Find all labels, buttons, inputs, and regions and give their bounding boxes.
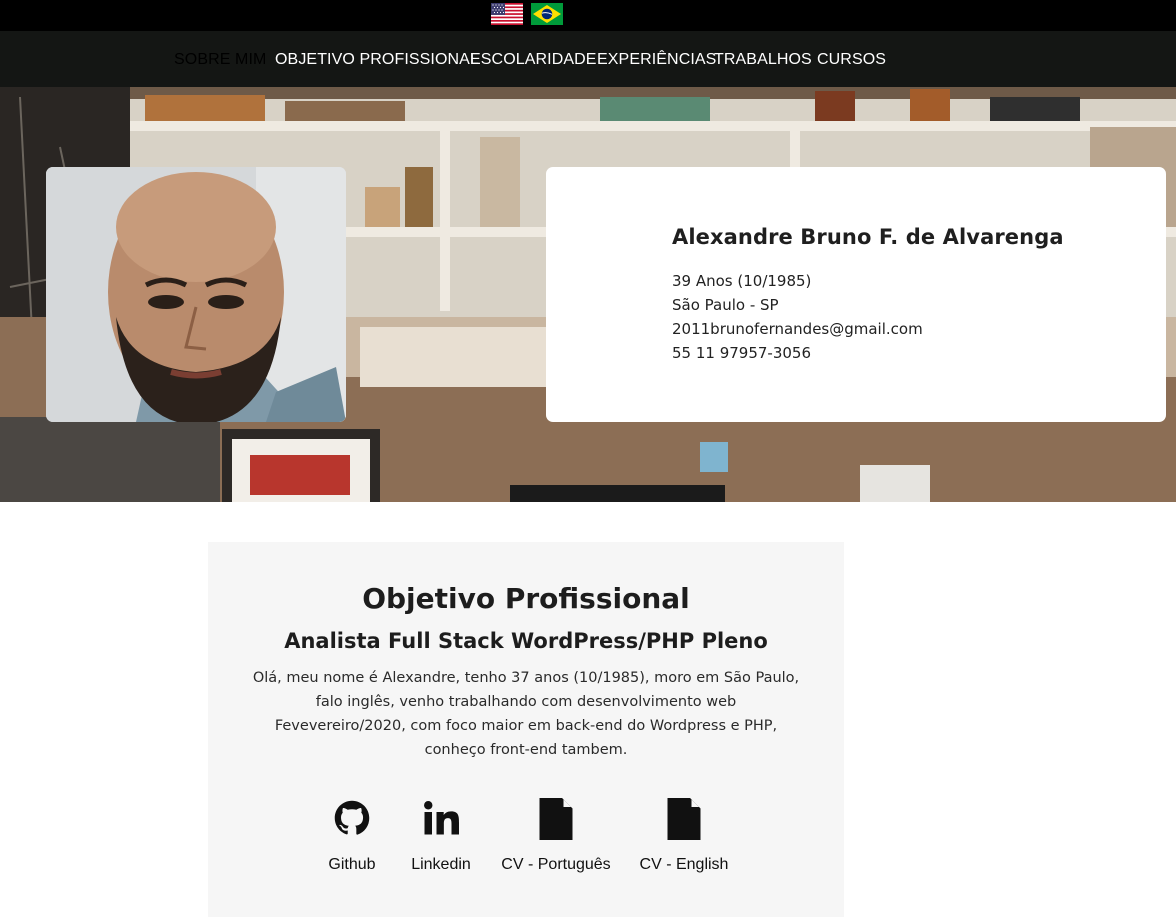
document-icon — [539, 798, 573, 840]
nav-item-sobre-mim[interactable]: SOBRE MIM — [174, 31, 266, 87]
linkedin-icon — [424, 801, 459, 835]
linkedin-link[interactable]: Linkedin — [381, 800, 501, 880]
linkedin-label: Linkedin — [411, 856, 471, 873]
cv-portugues-label: CV - Português — [501, 856, 611, 873]
brazil-flag-icon[interactable] — [531, 3, 563, 25]
profile-location: São Paulo - SP — [672, 296, 779, 314]
profile-name: Alexandre Bruno F. de Alvarenga — [672, 225, 1064, 249]
profile-photo — [46, 167, 346, 422]
objective-section: Objetivo Profissional Analista Full Stac… — [208, 542, 844, 917]
profile-email: 2011brunofernandes@gmail.com — [672, 320, 923, 338]
avatar — [46, 167, 346, 422]
section-title: Objetivo Profissional — [362, 582, 690, 615]
nav-item-objetivo-profissional[interactable]: OBJETIVO PROFISSIONAL — [275, 31, 479, 87]
cv-portugues-link[interactable]: CV - Português — [496, 798, 616, 880]
nav-item-experiencias[interactable]: EXPERIÊNCIAS — [597, 31, 716, 87]
cv-english-link[interactable]: CV - English — [624, 798, 744, 880]
cv-english-label: CV - English — [639, 856, 729, 873]
main-nav: SOBRE MIM OBJETIVO PROFISSIONAL ESCOLARI… — [0, 31, 1176, 87]
nav-item-escolaridade[interactable]: ESCOLARIDADE — [470, 31, 597, 87]
objective-description: Olá, meu nome é Alexandre, tenho 37 anos… — [252, 670, 800, 758]
profile-phone: 55 11 97957-3056 — [672, 344, 812, 362]
document-icon — [667, 798, 701, 840]
language-bar — [0, 0, 1176, 31]
profile-info-card: Alexandre Bruno F. de Alvarenga 39 Anos … — [546, 167, 1166, 422]
us-flag-icon[interactable] — [491, 3, 523, 25]
github-icon — [334, 800, 370, 835]
hero-banner: Alexandre Bruno F. de Alvarenga 39 Anos … — [0, 87, 1176, 502]
nav-item-cursos[interactable]: CURSOS — [817, 31, 886, 87]
nav-item-trabalhos[interactable]: TRABALHOS — [714, 31, 812, 87]
profile-age: 39 Anos (10/1985) — [672, 272, 812, 290]
section-subtitle: Analista Full Stack WordPress/PHP Pleno — [284, 629, 768, 653]
